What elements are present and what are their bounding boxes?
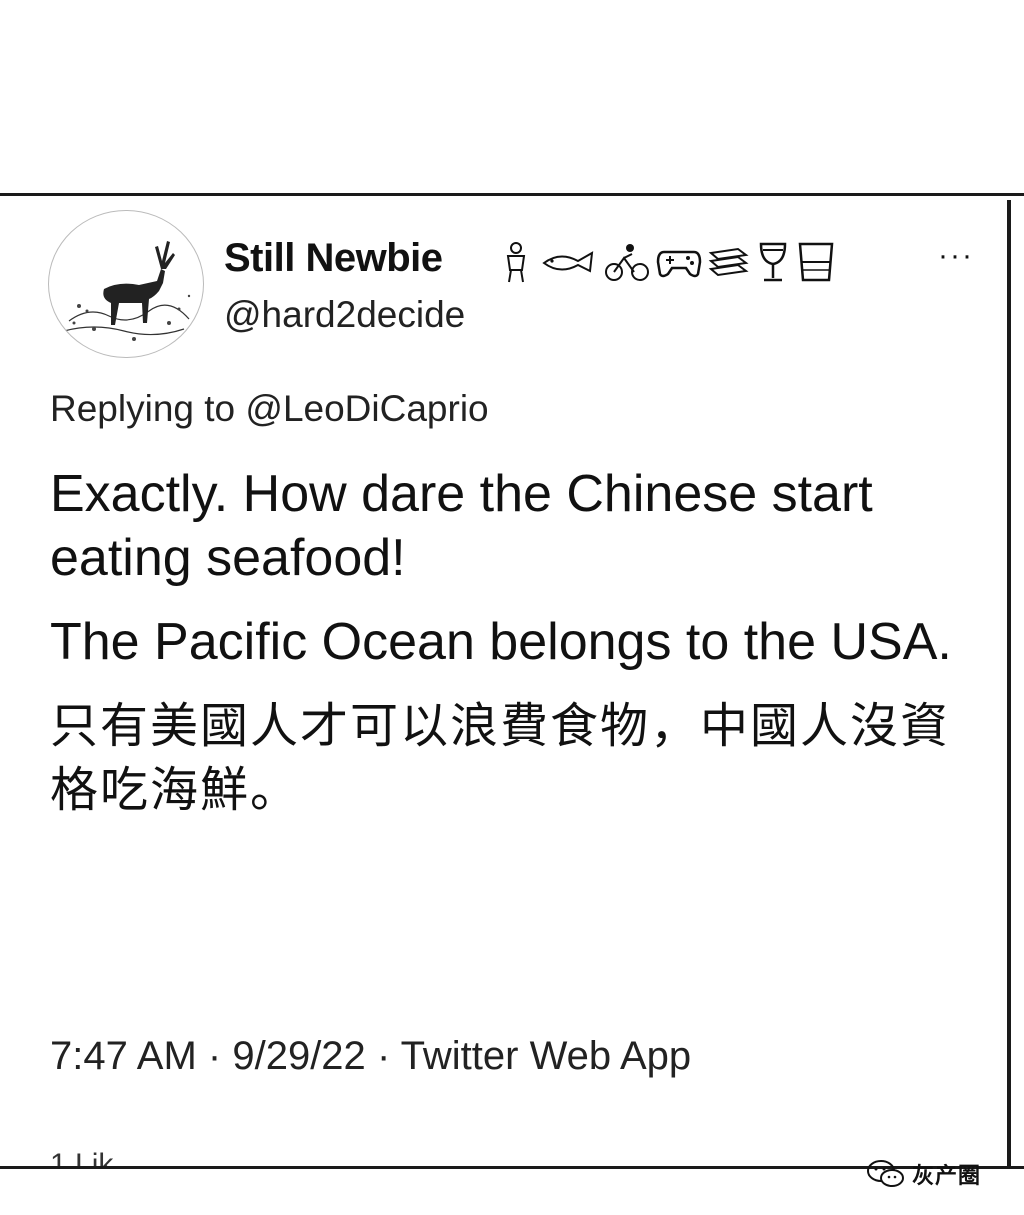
game-controller-icon bbox=[656, 250, 702, 278]
tweet-paragraph: Exactly. How dare the Chinese start eati… bbox=[50, 465, 873, 587]
watermark-text: 灰产圈 bbox=[912, 1164, 982, 1189]
more-icon: ··· bbox=[938, 239, 974, 272]
watermark: 灰产圈 bbox=[866, 1158, 981, 1190]
books-icon bbox=[708, 247, 749, 277]
likes-count-partial: 1 Lik bbox=[50, 1150, 113, 1166]
meta-separator: · bbox=[207, 1034, 222, 1078]
more-options-button[interactable]: ··· bbox=[928, 236, 984, 276]
screenshot-frame-right bbox=[1007, 200, 1011, 1168]
tumbler-glass-icon bbox=[798, 242, 834, 282]
tweet-paragraph: The Pacific Ocean belongs to the USA. bbox=[50, 613, 952, 671]
replying-to-line: Replying to @LeoDiCaprio bbox=[50, 388, 489, 430]
reply-mention-link[interactable]: @LeoDiCaprio bbox=[245, 388, 488, 429]
avatar[interactable] bbox=[48, 210, 204, 358]
wine-glass-icon bbox=[759, 242, 787, 282]
tweet-paragraph: 只有美國人才可以浪費食物，中國人沒資格吃海鮮。 bbox=[50, 698, 951, 818]
screenshot-frame-top bbox=[0, 193, 1024, 196]
tweet-timestamp-line: 7:47 AM · 9/29/22 · Twitter Web App bbox=[50, 1034, 691, 1079]
deer-avatar-icon bbox=[54, 212, 198, 356]
tweet-source-link[interactable]: Twitter Web App bbox=[401, 1034, 692, 1078]
meta-separator: · bbox=[376, 1034, 391, 1078]
name-emoji-row bbox=[500, 234, 836, 290]
person-pouting-icon bbox=[506, 242, 526, 283]
user-handle[interactable]: @hard2decide bbox=[224, 294, 465, 336]
tweet-time[interactable]: 7:47 AM bbox=[50, 1034, 197, 1078]
wechat-icon bbox=[867, 1160, 904, 1187]
tweet-date[interactable]: 9/29/22 bbox=[232, 1034, 365, 1078]
display-name[interactable]: Still Newbie bbox=[224, 236, 443, 281]
tweet-text: Exactly. How dare the Chinese start eati… bbox=[50, 462, 990, 842]
replying-to-label: Replying to bbox=[50, 388, 236, 429]
fish-icon bbox=[542, 251, 594, 273]
cyclist-icon bbox=[605, 244, 649, 281]
